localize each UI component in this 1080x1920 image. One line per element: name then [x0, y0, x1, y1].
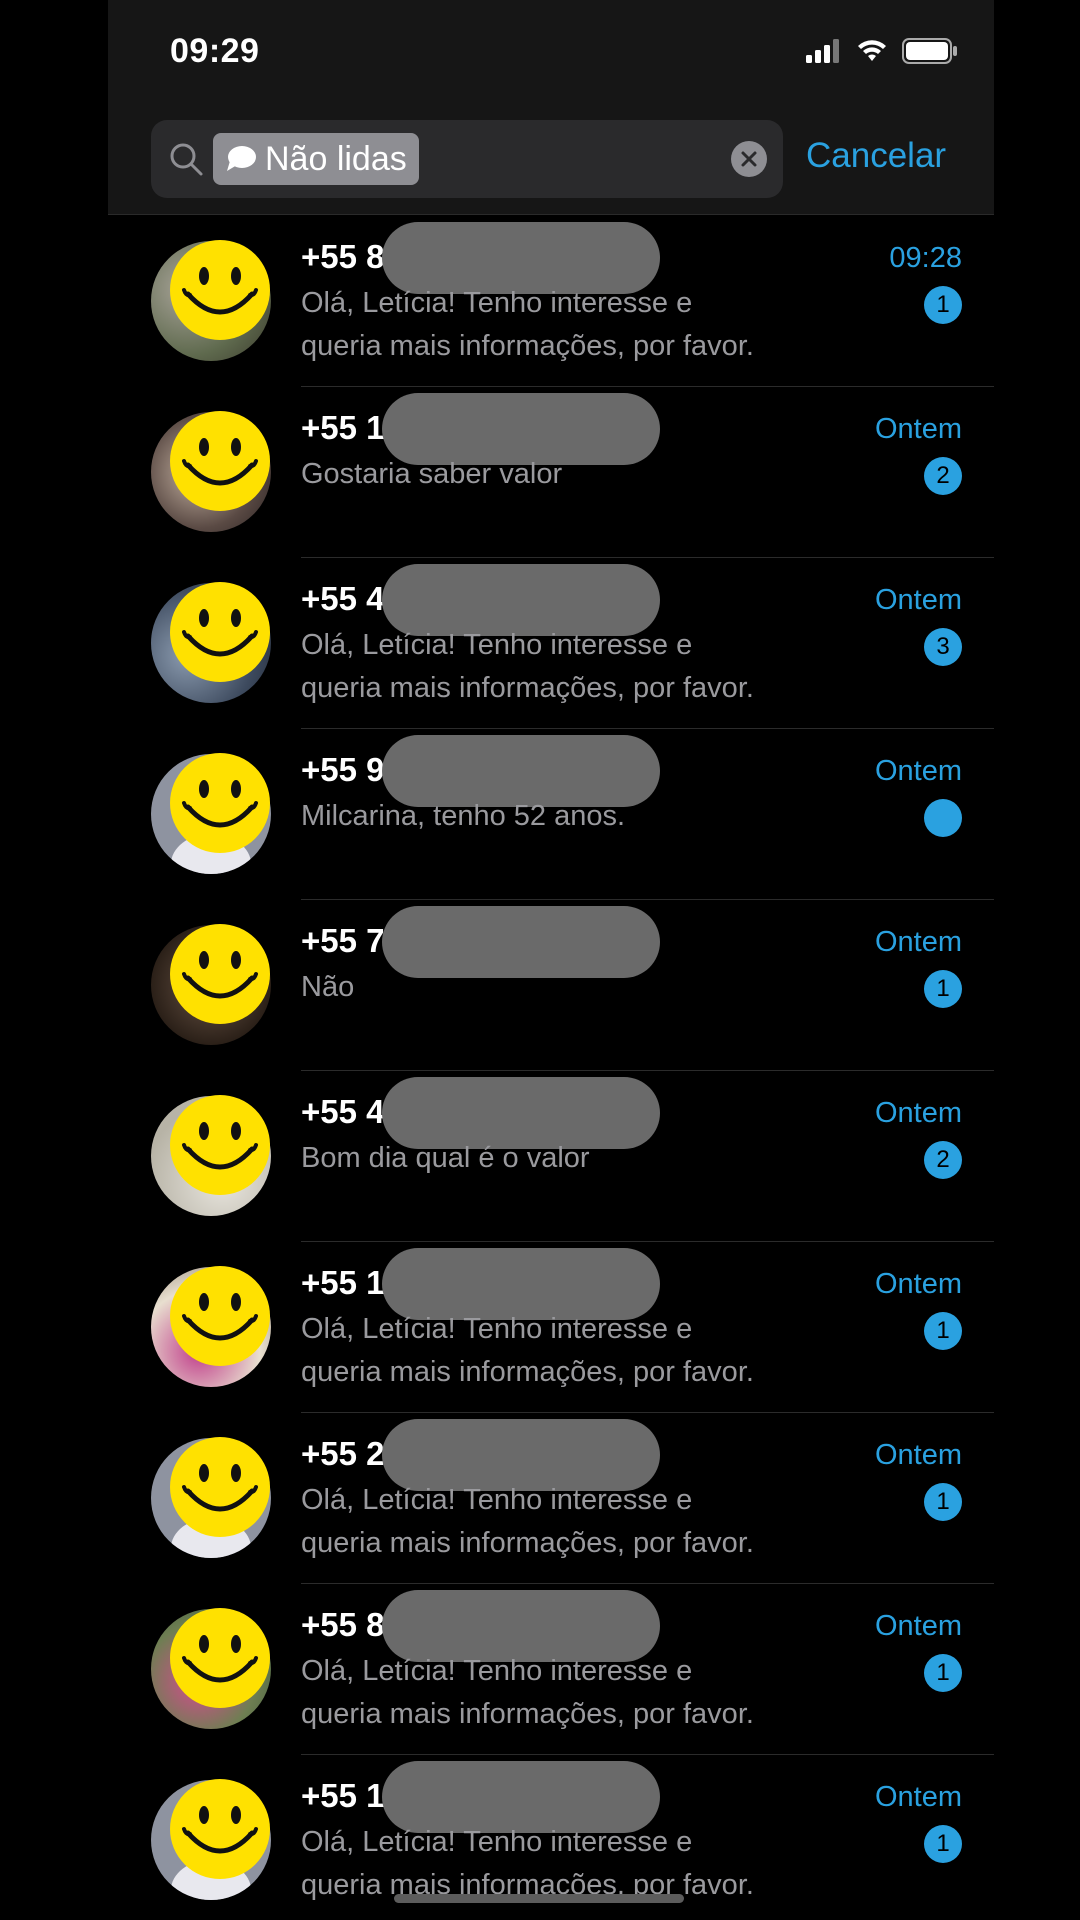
- unread-badge: 1: [924, 1654, 962, 1692]
- filter-chip-unread[interactable]: Não lidas: [213, 133, 419, 185]
- header: 09:29 Não lidas Cancelar: [108, 0, 994, 215]
- chat-row[interactable]: +55 2 Olá, Letícia! Tenho interesse e qu…: [108, 1413, 994, 1584]
- status-time: 09:29: [170, 32, 260, 70]
- chat-row[interactable]: +55 8 Olá, Letícia! Tenho interesse e qu…: [108, 216, 994, 387]
- home-indicator[interactable]: [394, 1894, 684, 1903]
- smiley-icon: [170, 1779, 270, 1879]
- search-row: Não lidas Cancelar: [108, 120, 994, 198]
- chat-row[interactable]: +55 7 Não Ontem 1: [108, 900, 994, 1071]
- phone-screen: 09:29 Não lidas Cancelar +55 8 Olá, Letí…: [108, 0, 994, 1920]
- message-time: Ontem: [874, 584, 962, 616]
- clear-button[interactable]: [731, 141, 767, 177]
- message-time: 09:28: [889, 242, 962, 274]
- smiley-icon: [170, 1266, 270, 1366]
- unread-badge: 1: [924, 1312, 962, 1350]
- unread-badge: 2: [924, 1141, 962, 1179]
- message-preview: Milcarina, tenho 52 anos.: [301, 800, 626, 832]
- signal-icon: [806, 39, 839, 63]
- message-preview: Não: [301, 971, 355, 1003]
- status-icons: [806, 38, 958, 64]
- message-time: Ontem: [874, 1097, 962, 1129]
- unread-badge: 2: [924, 457, 962, 495]
- battery-icon: [902, 38, 957, 64]
- wifi-icon: [858, 40, 886, 61]
- unread-badge: 1: [924, 286, 962, 324]
- chat-name: +55 9: [301, 751, 385, 788]
- chat-list: +55 8 Olá, Letícia! Tenho interesse e qu…: [108, 216, 994, 1920]
- chat-row[interactable]: +55 9 Milcarina, tenho 52 anos. Ontem: [108, 729, 994, 900]
- chat-name: +55 1: [301, 409, 385, 446]
- chat-name: +55 4: [301, 580, 385, 617]
- smiley-icon: [170, 411, 270, 511]
- smiley-icon: [170, 1437, 270, 1537]
- chat-row[interactable]: +55 4 Bom dia qual é o valor Ontem 2: [108, 1071, 994, 1242]
- message-preview: Olá, Letícia! Tenho interesse e queria m…: [301, 287, 754, 362]
- message-preview: Olá, Letícia! Tenho interesse e queria m…: [301, 1313, 754, 1388]
- message-preview: Olá, Letícia! Tenho interesse e queria m…: [301, 1484, 754, 1559]
- message-preview: Gostaria saber valor: [301, 458, 563, 490]
- message-time: Ontem: [874, 1439, 962, 1471]
- filter-chip-label: Não lidas: [265, 139, 407, 178]
- unread-badge: [924, 799, 962, 837]
- chat-name: +55 1: [301, 1264, 385, 1301]
- message-preview: Bom dia qual é o valor: [301, 1142, 590, 1174]
- smiley-icon: [170, 582, 270, 682]
- smiley-icon: [170, 924, 270, 1024]
- search-input[interactable]: Não lidas: [151, 120, 783, 198]
- chat-bubble-icon: [227, 146, 256, 171]
- message-time: Ontem: [874, 1268, 962, 1300]
- message-preview: Olá, Letícia! Tenho interesse e queria m…: [301, 1655, 754, 1730]
- chat-name: +55 8: [301, 238, 385, 275]
- message-time: Ontem: [874, 1610, 962, 1642]
- smiley-icon: [170, 240, 270, 340]
- chat-name: +55 4: [301, 1093, 385, 1130]
- message-preview: Olá, Letícia! Tenho interesse e queria m…: [301, 629, 754, 704]
- message-time: Ontem: [874, 413, 962, 445]
- chat-name: +55 2: [301, 1435, 385, 1472]
- unread-badge: 1: [924, 1483, 962, 1521]
- chat-row[interactable]: +55 4 Olá, Letícia! Tenho interesse e qu…: [108, 558, 994, 729]
- smiley-icon: [170, 1095, 270, 1195]
- search-icon: [170, 143, 203, 176]
- unread-badge: 3: [924, 628, 962, 666]
- chat-row[interactable]: +55 1 Gostaria saber valor Ontem 2: [108, 387, 994, 558]
- unread-badge: 1: [924, 970, 962, 1008]
- chat-row[interactable]: +55 8 Olá, Letícia! Tenho interesse e qu…: [108, 1584, 994, 1755]
- status-bar: 09:29: [108, 0, 994, 100]
- message-time: Ontem: [874, 926, 962, 958]
- chat-name: +55 7: [301, 922, 385, 959]
- clear-icon: [741, 151, 757, 167]
- message-time: Ontem: [874, 755, 962, 787]
- smiley-icon: [170, 753, 270, 853]
- message-time: Ontem: [874, 1781, 962, 1813]
- cancel-button[interactable]: Cancelar: [806, 136, 946, 176]
- chat-row[interactable]: +55 1 Olá, Letícia! Tenho interesse e qu…: [108, 1242, 994, 1413]
- unread-badge: 1: [924, 1825, 962, 1863]
- chat-name: +55 8: [301, 1606, 385, 1643]
- smiley-icon: [170, 1608, 270, 1708]
